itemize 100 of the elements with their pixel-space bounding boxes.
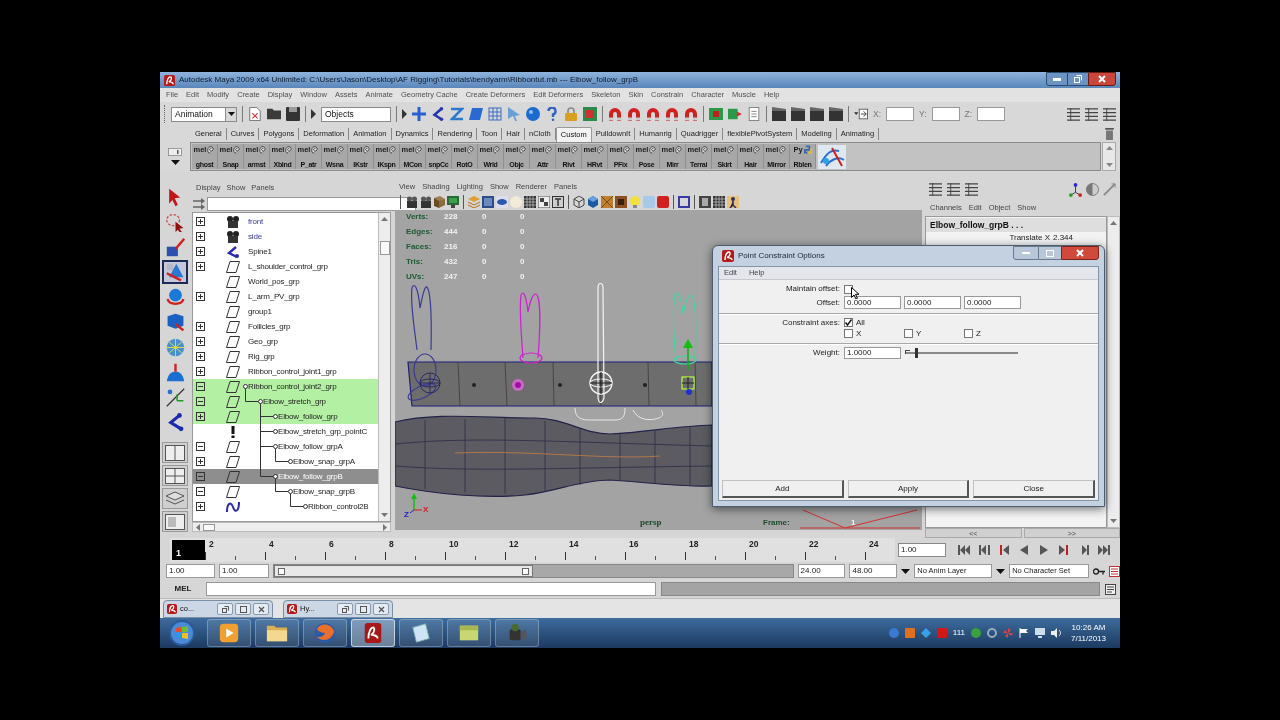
parallelogram-icon[interactable]: [469, 107, 483, 121]
shelf-scrollbar[interactable]: [1102, 142, 1116, 171]
list-lines-icon[interactable]: [929, 183, 942, 196]
circle-icon[interactable]: [971, 628, 981, 638]
selection-mode-field[interactable]: Objects: [321, 106, 391, 122]
page-icon[interactable]: [248, 107, 262, 121]
figure-icon[interactable]: [727, 195, 739, 208]
diamond-icon[interactable]: [920, 628, 931, 638]
clock-time[interactable]: 10:26 AM: [1071, 623, 1106, 632]
current-time-field[interactable]: 1.00: [898, 543, 946, 557]
maximize-button[interactable]: [1068, 72, 1088, 86]
range-handle-icon[interactable]: [522, 567, 530, 575]
axes-icon[interactable]: [1069, 182, 1082, 197]
restore-button[interactable]: [217, 603, 233, 615]
scroll-down-arrow-icon[interactable]: [1105, 163, 1113, 167]
triangle-icon[interactable]: [311, 109, 316, 119]
close-button[interactable]: [1088, 72, 1116, 86]
weight-slider[interactable]: [905, 347, 1018, 359]
plus-box-icon[interactable]: [195, 322, 205, 331]
range-slider[interactable]: [272, 564, 794, 578]
plus-box-icon[interactable]: [195, 412, 205, 421]
magnet-icon[interactable]: [608, 107, 622, 121]
close-button[interactable]: [373, 603, 389, 615]
magnet-icon[interactable]: [646, 107, 660, 121]
nested-square-icon[interactable]: [699, 195, 711, 208]
clapperboard-icon[interactable]: [772, 107, 786, 121]
folder-icon[interactable]: [267, 107, 281, 121]
checker-icon[interactable]: [538, 195, 550, 208]
scroll-up-arrow-icon[interactable]: [1110, 221, 1117, 225]
checkbox[interactable]: [964, 329, 973, 338]
vertical-scrollbar[interactable]: [378, 213, 390, 521]
dialog-button[interactable]: Apply: [847, 480, 970, 498]
scroll-up-arrow-icon[interactable]: [381, 217, 388, 221]
panel-icon[interactable]: [482, 195, 494, 208]
minus-box-icon[interactable]: [195, 382, 205, 391]
plus-box-icon[interactable]: [195, 247, 205, 256]
clapperboard-icon[interactable]: [829, 107, 843, 121]
speaker-icon[interactable]: [1051, 628, 1061, 638]
slider-thumb[interactable]: [915, 348, 919, 358]
input-arrow-icon[interactable]: [854, 107, 868, 121]
checkbox[interactable]: [844, 318, 853, 327]
square-icon[interactable]: [657, 195, 669, 208]
layout-button[interactable]: [162, 442, 188, 463]
filter-field[interactable]: [207, 196, 416, 211]
wire-cube-icon[interactable]: [573, 195, 585, 208]
checkbox[interactable]: [844, 329, 853, 338]
checkbox[interactable]: [904, 329, 913, 338]
plus-box-icon[interactable]: [195, 352, 205, 361]
coordinate-field[interactable]: [886, 107, 915, 121]
plus-box-icon[interactable]: [195, 232, 205, 241]
maximize-button[interactable]: [235, 603, 251, 615]
list-lines-icon[interactable]: [1067, 107, 1080, 121]
layout-button[interactable]: [162, 488, 188, 509]
box-icon[interactable]: [709, 107, 723, 121]
minus-box-icon[interactable]: [195, 397, 205, 406]
menu-set-dropdown[interactable]: Animation: [171, 106, 237, 122]
magnet-icon[interactable]: [684, 107, 698, 121]
triangle-icon[interactable]: [402, 109, 407, 119]
outliner-row[interactable]: Ribbon_control_joint2_grp: [193, 379, 378, 394]
zigzag-icon[interactable]: [450, 107, 464, 121]
camera-icon[interactable]: [419, 195, 431, 208]
ellipse-icon[interactable]: [496, 195, 508, 208]
crossed-box-icon[interactable]: [601, 195, 613, 208]
plus-icon[interactable]: [412, 107, 426, 121]
shelf-button[interactable]: [816, 144, 848, 169]
minus-box-icon[interactable]: [195, 442, 205, 451]
list-box-icon[interactable]: [1105, 583, 1116, 595]
plus-box-icon[interactable]: [195, 502, 205, 511]
sphere-icon[interactable]: [526, 107, 540, 121]
plus-box-icon[interactable]: [195, 337, 205, 346]
list-box-icon[interactable]: [1109, 565, 1120, 577]
taskbar-button[interactable]: [495, 619, 539, 647]
minus-box-icon[interactable]: [195, 487, 205, 496]
taskbar-button[interactable]: [447, 619, 491, 647]
plus-box-icon[interactable]: [195, 367, 205, 376]
clapperboard-icon[interactable]: [791, 107, 805, 121]
dialog-button[interactable]: Add: [722, 480, 844, 498]
grid-icon[interactable]: [524, 195, 536, 208]
list-lines-icon[interactable]: [965, 183, 978, 196]
frame-icon[interactable]: [678, 195, 690, 208]
shaded-cube-icon[interactable]: [587, 195, 599, 208]
document-icon[interactable]: [747, 107, 761, 121]
vertical-scrollbar[interactable]: [1107, 216, 1120, 528]
question-mark-icon[interactable]: [545, 107, 559, 121]
scrollbar-thumb[interactable]: [203, 523, 215, 531]
taskbar-button[interactable]: [255, 619, 299, 647]
time-slider[interactable]: 2 4 6 8 10 12 14 16 18 20 22 24 1: [170, 538, 895, 562]
square-icon[interactable]: [904, 628, 915, 638]
dropdown-arrow-icon[interactable]: [996, 568, 1006, 574]
monitor-icon[interactable]: [447, 195, 459, 208]
layout-button[interactable]: [162, 465, 188, 486]
grid-icon[interactable]: [713, 195, 725, 208]
taskbar-button[interactable]: [207, 619, 251, 647]
taskbar-button[interactable]: [303, 619, 347, 647]
flag-icon[interactable]: [1019, 628, 1029, 638]
playback-start-field[interactable]: 1.00: [218, 564, 269, 578]
layout-button[interactable]: [162, 511, 188, 532]
magnet-icon[interactable]: [665, 107, 679, 121]
text-box-icon[interactable]: [552, 195, 564, 208]
end-time-field[interactable]: 48.00: [849, 564, 898, 578]
